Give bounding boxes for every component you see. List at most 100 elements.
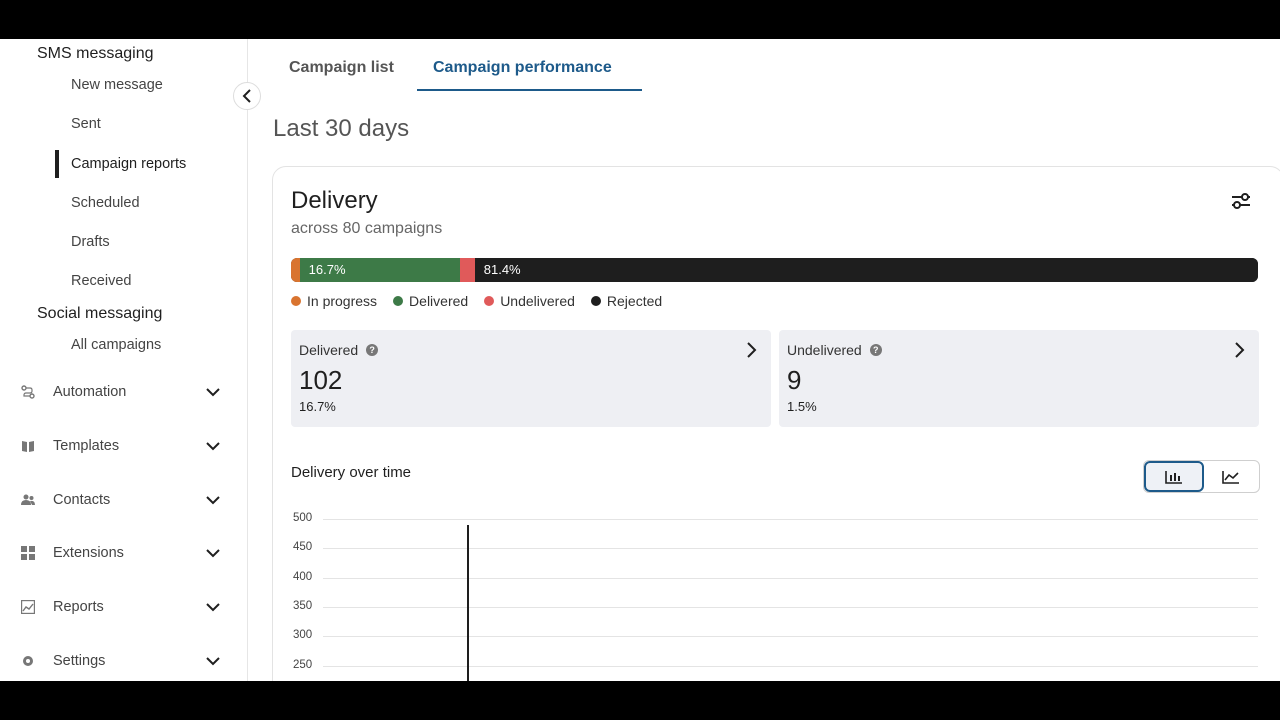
legend-item: Delivered xyxy=(393,293,468,309)
extensions-icon xyxy=(21,546,35,560)
sidebar-section-sms[interactable]: SMS messaging xyxy=(37,45,154,63)
chevron-down-icon[interactable] xyxy=(205,439,221,453)
delivery-stacked-bar[interactable]: 16.7% 81.4% xyxy=(291,258,1258,282)
chevron-down-icon[interactable] xyxy=(205,546,221,560)
chart-title: Delivery over time xyxy=(291,464,412,481)
legend-item: Rejected xyxy=(590,293,663,309)
legend-label: Rejected xyxy=(606,293,663,309)
stat-card-delivered[interactable]: Delivered ? 102 16.7% xyxy=(291,330,771,427)
app-viewport: SMS messaging New message Sent Campaign … xyxy=(0,39,1280,681)
y-tick-label: 350 xyxy=(293,599,313,612)
y-tick-label: 450 xyxy=(293,541,313,554)
gridline xyxy=(323,519,1258,520)
sidebar-group-label: Extensions xyxy=(53,545,124,561)
chevron-down-icon[interactable] xyxy=(205,600,221,614)
bar-segment-label: 81.4% xyxy=(483,262,521,277)
sidebar: SMS messaging New message Sent Campaign … xyxy=(0,39,248,681)
sidebar-group-extensions[interactable]: Extensions xyxy=(0,541,247,565)
delivery-legend: In progress Delivered Undelivered Rejected xyxy=(291,293,662,309)
active-tab-underline xyxy=(417,89,642,91)
legend-item: In progress xyxy=(291,293,377,309)
sidebar-group-label: Contacts xyxy=(53,492,111,508)
gridline xyxy=(323,606,1258,608)
bar-chart-view-button[interactable] xyxy=(1144,461,1204,492)
chevron-down-icon[interactable] xyxy=(205,654,221,668)
sidebar-item-all-campaigns[interactable]: All campaigns xyxy=(71,337,161,353)
sidebar-group-label: Reports xyxy=(53,599,104,615)
stat-card-undelivered[interactable]: Undelivered ? 9 1.5% xyxy=(779,330,1259,427)
gridline xyxy=(323,636,1258,638)
settings-icon xyxy=(23,656,33,666)
legend-dot xyxy=(291,296,301,306)
sidebar-group-contacts[interactable]: Contacts xyxy=(0,488,247,512)
sidebar-group-settings[interactable]: Settings xyxy=(0,649,247,673)
stat-label-wrap: Undelivered ? xyxy=(787,342,882,358)
y-tick-label: 500 xyxy=(293,512,313,524)
legend-dot xyxy=(590,296,601,306)
delivery-over-time-chart: 500 450 400 350 300 250 xyxy=(273,507,1273,681)
legend-item: Undelivered xyxy=(484,293,575,309)
stat-percent: 1.5% xyxy=(787,399,817,414)
line-chart-icon xyxy=(1222,470,1240,484)
contacts-icon xyxy=(21,494,35,505)
page-title: Last 30 days xyxy=(273,115,410,142)
sidebar-section-social[interactable]: Social messaging xyxy=(37,305,162,323)
sidebar-group-label: Automation xyxy=(53,384,127,400)
sidebar-item-new-message[interactable]: New message xyxy=(71,77,163,93)
sidebar-item-received[interactable]: Received xyxy=(71,273,131,289)
stat-label-wrap: Delivered ? xyxy=(299,342,379,358)
line-chart-view-button[interactable] xyxy=(1204,461,1260,492)
gridline xyxy=(323,577,1258,579)
sidebar-group-automation[interactable]: Automation xyxy=(0,380,247,404)
legend-label: Delivered xyxy=(409,293,469,309)
bar-segment-rejected[interactable]: 81.4% xyxy=(474,258,1258,282)
sidebar-item-sent[interactable]: Sent xyxy=(71,116,101,132)
gridline xyxy=(323,665,1258,667)
delivery-title: Delivery xyxy=(291,187,378,214)
legend-dot xyxy=(393,296,404,306)
help-icon[interactable]: ? xyxy=(366,344,379,356)
sidebar-group-templates[interactable]: Templates xyxy=(0,434,247,458)
stat-value: 102 xyxy=(299,365,343,395)
gridline xyxy=(323,548,1258,550)
chevron-right-icon[interactable] xyxy=(1233,342,1247,358)
sidebar-item-drafts[interactable]: Drafts xyxy=(71,234,110,250)
reports-icon xyxy=(21,600,35,614)
sidebar-group-label: Settings xyxy=(53,653,106,669)
delivery-subtitle: across 80 campaigns xyxy=(291,220,443,237)
delivery-card: Delivery across 80 campaigns 16.7% 81.4% … xyxy=(272,166,1280,681)
chevron-left-icon xyxy=(242,89,251,103)
help-icon[interactable]: ? xyxy=(869,344,882,356)
y-tick-label: 250 xyxy=(293,658,313,671)
main-content: Campaign list Campaign performance Last … xyxy=(248,39,1280,681)
tab-campaign-list[interactable]: Campaign list xyxy=(289,59,394,77)
chart-bar[interactable] xyxy=(467,524,469,681)
bar-chart-icon xyxy=(1164,470,1182,484)
collapse-sidebar-button[interactable] xyxy=(233,82,261,110)
chevron-down-icon[interactable] xyxy=(205,385,221,399)
active-indicator xyxy=(55,150,59,178)
bar-segment-delivered[interactable]: 16.7% xyxy=(299,258,461,282)
bar-segment-undelivered[interactable] xyxy=(460,258,475,282)
bar-segment-in-progress[interactable] xyxy=(291,258,300,282)
stat-percent: 16.7% xyxy=(299,399,336,414)
y-tick-label: 400 xyxy=(293,570,313,583)
templates-icon xyxy=(22,441,34,452)
sidebar-item-campaign-reports[interactable]: Campaign reports xyxy=(71,156,186,172)
sidebar-item-scheduled[interactable]: Scheduled xyxy=(71,195,140,211)
chevron-right-icon[interactable] xyxy=(745,342,759,358)
legend-dot xyxy=(484,296,495,306)
filter-settings-icon[interactable] xyxy=(1231,192,1251,210)
y-tick-label: 300 xyxy=(293,629,313,642)
chevron-down-icon[interactable] xyxy=(205,493,221,507)
stat-label: Delivered xyxy=(299,342,359,358)
sidebar-group-label: Templates xyxy=(53,438,120,454)
legend-label: In progress xyxy=(307,293,378,309)
sidebar-group-reports[interactable]: Reports xyxy=(0,595,247,619)
legend-label: Undelivered xyxy=(500,293,575,309)
stat-label: Undelivered xyxy=(787,342,862,358)
chart-type-toggle xyxy=(1143,460,1260,493)
tab-campaign-performance[interactable]: Campaign performance xyxy=(433,59,612,77)
bar-segment-label: 16.7% xyxy=(308,262,346,277)
stat-value: 9 xyxy=(787,365,802,395)
